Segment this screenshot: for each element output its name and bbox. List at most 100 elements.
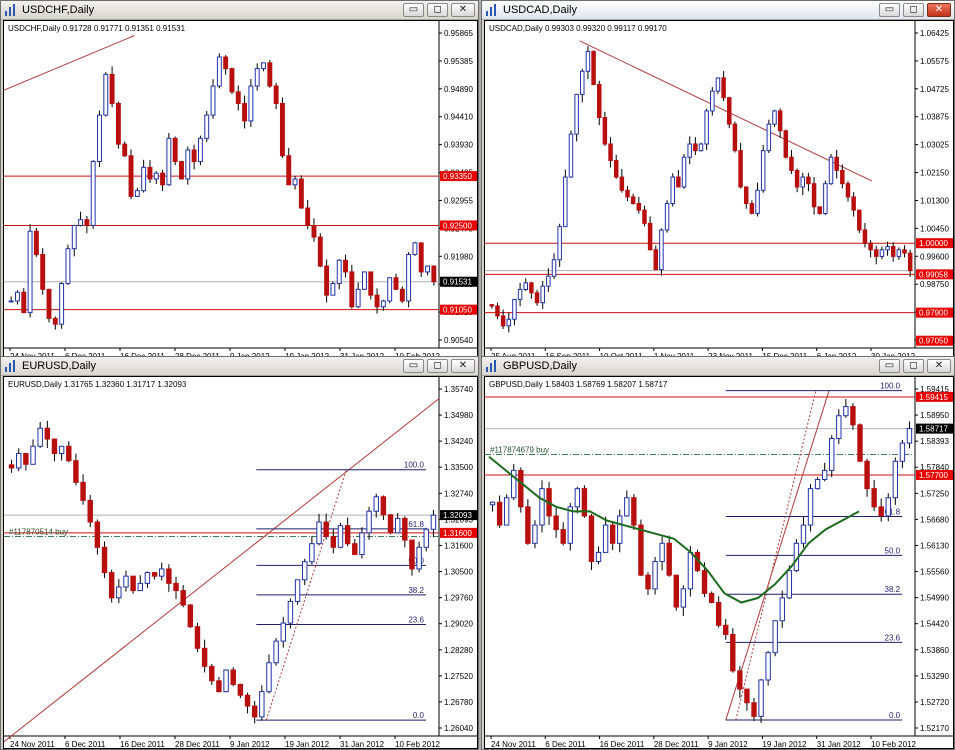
bear-candle xyxy=(267,62,273,87)
close-button[interactable]: ✕ xyxy=(451,3,475,17)
price-label: 0.99600 xyxy=(920,252,949,261)
bear-candle xyxy=(806,176,811,185)
bull-candle xyxy=(652,561,658,590)
bull-candle xyxy=(387,277,393,302)
bear-candle xyxy=(33,230,39,255)
bear-candle xyxy=(701,570,708,594)
titlebar-usdcad[interactable]: USDCAD,Daily ▭ ◻ ✕ xyxy=(482,1,954,20)
bear-candle xyxy=(553,515,559,531)
level-price-tag: 0.97900 xyxy=(916,307,953,318)
maximize-button[interactable]: ◻ xyxy=(427,359,448,373)
bull-candle xyxy=(814,479,821,490)
bear-candle xyxy=(907,252,913,272)
chart-eurusd[interactable]: 1.35740 1.34980 1.34240 1.33500 1.32740 1.320… xyxy=(3,376,478,749)
price-label: 1.57250 xyxy=(920,489,949,498)
bear-candle xyxy=(715,602,722,626)
bull-candle xyxy=(302,561,308,581)
bear-candle xyxy=(23,452,29,465)
price-label: 1.03025 xyxy=(920,141,949,150)
bull-candle xyxy=(185,149,191,180)
bull-candle xyxy=(280,622,286,642)
titlebar-eurusd[interactable]: EURUSD,Daily ▭ ◻ ✕ xyxy=(1,357,478,376)
price-label: 1.34980 xyxy=(444,411,473,420)
bear-candle xyxy=(40,253,46,290)
window-usdcad[interactable]: USDCAD,Daily ▭ ◻ ✕ 1.06425 1.05575 1.04725… xyxy=(481,0,955,362)
time-label: 19 Jan 2012 xyxy=(762,740,807,749)
bear-candle xyxy=(109,73,115,104)
maximize-button[interactable]: ◻ xyxy=(903,3,924,17)
bull-candle xyxy=(361,271,367,290)
bear-candle xyxy=(323,521,329,537)
maximize-button[interactable]: ◻ xyxy=(903,359,924,373)
window-eurusd[interactable]: EURUSD,Daily ▭ ◻ ✕ 1.35740 1.34980 1.34240… xyxy=(0,356,479,750)
bull-candle xyxy=(287,600,294,624)
bull-candle xyxy=(664,203,670,231)
price-label: 1.54990 xyxy=(920,594,949,603)
titlebar-gbpusd[interactable]: GBPUSD,Daily ▭ ◻ ✕ xyxy=(482,357,954,376)
bear-candle xyxy=(216,680,222,693)
level-price-tag: 0.97050 xyxy=(916,335,953,346)
bear-candle xyxy=(44,427,51,440)
bear-candle xyxy=(191,149,197,163)
bear-candle xyxy=(811,183,817,208)
bear-candle xyxy=(777,110,783,132)
bear-candle xyxy=(305,207,311,226)
window-gbpusd[interactable]: GBPUSD,Daily ▭ ◻ ✕ 1.59415 1.58950 1.58393… xyxy=(481,356,955,750)
bear-candle xyxy=(173,582,179,592)
bull-candle xyxy=(698,143,704,152)
fibonacci-label: 23.6 xyxy=(408,615,424,624)
bull-candle xyxy=(704,110,709,145)
bear-candle xyxy=(172,137,178,163)
tag-label: 0.93350 xyxy=(443,172,472,181)
bear-candle xyxy=(653,249,659,271)
bull-candle xyxy=(807,488,814,526)
time-label: 10 Feb 2012 xyxy=(395,740,440,749)
price-label: 1.54420 xyxy=(920,620,949,629)
price-label: 1.30500 xyxy=(444,568,473,577)
bull-candle xyxy=(116,586,122,599)
bear-candle xyxy=(311,224,317,238)
close-button[interactable]: ✕ xyxy=(927,3,951,17)
minimize-button[interactable]: ▭ xyxy=(879,359,900,373)
bear-candle xyxy=(187,604,194,628)
chart-gbpusd[interactable]: 1.594151.589501.583931.578401.572501.566… xyxy=(484,376,954,749)
bear-candle xyxy=(286,155,292,186)
bear-candle xyxy=(647,222,653,251)
minimize-button[interactable]: ▭ xyxy=(403,359,424,373)
chart-usdcad[interactable]: 1.06425 1.05575 1.04725 1.03875 1.03025 1.021… xyxy=(484,20,954,361)
window-usdchf[interactable]: USDCHF,Daily ▭ ◻ ✕ 0.95865 0.95385 0.94890… xyxy=(0,0,479,362)
bull-candle xyxy=(204,114,210,139)
bull-candle xyxy=(539,488,545,526)
bull-candle xyxy=(330,283,336,296)
bear-candle xyxy=(840,169,845,185)
bear-candle xyxy=(708,592,715,604)
minimize-button[interactable]: ▭ xyxy=(403,3,424,17)
chart-usdchf[interactable]: 0.958650.953850.948900.944100.939300.934… xyxy=(3,20,478,361)
bear-candle xyxy=(751,702,757,717)
titlebar-usdchf[interactable]: USDCHF,Daily ▭ ◻ ✕ xyxy=(1,1,478,20)
price-label: 1.58950 xyxy=(920,411,949,420)
bull-candle xyxy=(90,161,96,226)
bear-candle xyxy=(871,488,877,508)
minimize-button[interactable]: ▭ xyxy=(879,3,900,17)
bear-candle xyxy=(737,670,743,690)
bull-candle xyxy=(309,543,315,563)
bull-candle xyxy=(261,62,266,70)
maximize-button[interactable]: ◻ xyxy=(427,3,448,17)
tag-label: 1.00000 xyxy=(919,239,948,248)
bear-candle xyxy=(387,514,394,534)
bull-candle xyxy=(159,568,165,577)
bull-candle xyxy=(715,77,721,92)
bear-candle xyxy=(66,445,72,462)
close-button[interactable]: ✕ xyxy=(927,359,951,373)
bear-candle xyxy=(8,464,15,469)
level-price-tag: 0.91050 xyxy=(440,304,477,315)
bear-candle xyxy=(51,438,58,454)
tag-label: 0.92500 xyxy=(443,221,472,230)
bull-candle xyxy=(292,178,298,186)
bear-candle xyxy=(130,575,136,592)
tag-label: 1.57700 xyxy=(919,471,948,480)
bear-candle xyxy=(518,469,524,508)
close-button[interactable]: ✕ xyxy=(451,359,475,373)
bear-candle xyxy=(180,590,186,606)
